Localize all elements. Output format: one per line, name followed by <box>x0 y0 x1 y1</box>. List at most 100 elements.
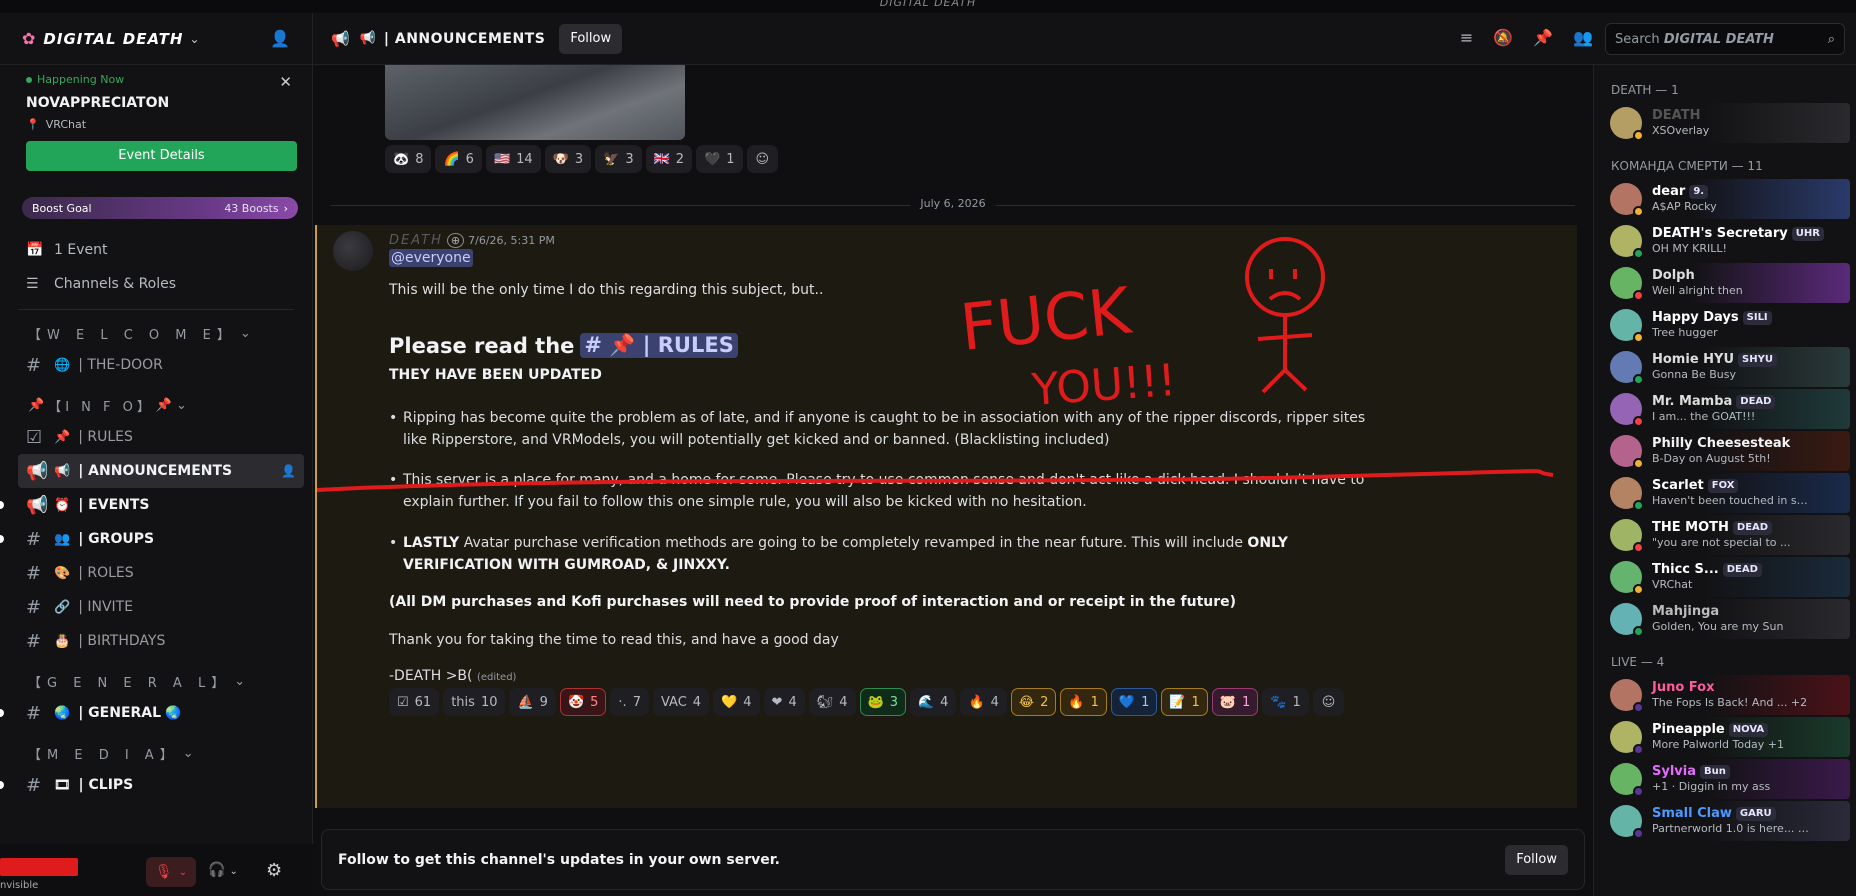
reaction[interactable]: 🇺🇸 14 <box>485 145 541 173</box>
member-row[interactable]: DEATH XSOverlay <box>1606 103 1850 143</box>
reaction[interactable]: 🐼 8 <box>385 145 432 173</box>
megaphone-icon: 📢 <box>26 494 49 516</box>
member-row[interactable]: Small Claw GARU Partnerworld 1.0 is here..… <box>1606 801 1850 841</box>
member-name: Mahjinga <box>1652 604 1720 619</box>
channel-label: | ANNOUNCEMENTS <box>78 463 233 479</box>
member-row[interactable]: Mahjinga Golden, You are my Sun <box>1606 599 1850 639</box>
member-row[interactable]: Homie HYU SHYU Gonna Be Busy <box>1606 347 1850 387</box>
reaction-emoji: 🖤 <box>704 151 721 167</box>
channel-label: | CLIPS <box>78 777 134 793</box>
member-list-icon[interactable]: 👥 <box>1573 28 1593 47</box>
channel-groups[interactable]: # 👥 | GROUPS <box>0 522 304 556</box>
reaction-count: 4 <box>940 694 949 710</box>
reaction[interactable]: 🔥 1 <box>1060 688 1107 716</box>
add-reaction-button[interactable]: ☺ <box>746 145 779 173</box>
reaction[interactable]: 🤡 5 <box>559 688 607 716</box>
pin-icon[interactable]: 📌 <box>1533 28 1553 47</box>
member-row[interactable]: Happy Days SILI Tree hugger <box>1606 305 1850 345</box>
reaction[interactable]: ❤ 4 <box>763 688 805 716</box>
follow-bar-button[interactable]: Follow <box>1505 844 1568 875</box>
category-general[interactable]: 【G E N E R A L】 ⌄ <box>0 666 312 696</box>
message-list[interactable]: 🐼 8 🌈 6 🇺🇸 14 🐶 3 🦅 3 🇬🇧 2 🖤 1 ☺ July 6, 2026 DEATH ⊕ 7/… <box>313 65 1593 816</box>
channel-announcements[interactable]: 📢 📢 | ANNOUNCEMENTS 👤 <box>18 454 304 488</box>
reaction[interactable]: 📝 1 <box>1161 688 1208 716</box>
everyone-mention[interactable]: @everyone <box>389 249 473 267</box>
search-input[interactable]: Search DIGITAL DEATH ⌕ <box>1605 23 1845 55</box>
reaction[interactable]: 🐶 3 <box>544 145 592 173</box>
event-details-button[interactable]: Event Details <box>26 141 297 171</box>
reaction[interactable]: 🔥 4 <box>960 688 1007 716</box>
member-row[interactable]: DEATH's Secretary UHR OH MY KRILL! <box>1606 221 1850 261</box>
notifications-off-icon[interactable]: 🔕 <box>1493 28 1513 47</box>
channels-roles-link[interactable]: ☰ Channels & Roles <box>0 267 312 301</box>
loudspeaker-icon: 📢 <box>54 463 71 479</box>
mute-mic-button[interactable]: 🎙 ⌄ <box>146 857 196 887</box>
reaction[interactable]: 🐸 3 <box>859 688 906 716</box>
close-icon[interactable]: ✕ <box>279 73 292 91</box>
boost-goal-bar[interactable]: Boost Goal 43 Boosts › <box>22 197 298 219</box>
reaction[interactable]: 🌈 6 <box>435 145 482 173</box>
avatar <box>1610 107 1644 141</box>
member-info: Thicc S... DEAD VRChat <box>1652 562 1762 592</box>
search-icon: ⌕ <box>1827 31 1835 47</box>
member-row[interactable]: Thicc S... DEAD VRChat <box>1606 557 1850 597</box>
member-status: OH MY KRILL! <box>1652 242 1727 255</box>
member-name-row: DEATH <box>1652 108 1709 123</box>
member-row[interactable]: Scarlet FOX Haven't been touched in so... <box>1606 473 1850 513</box>
member-name-row: Thicc S... DEAD <box>1652 562 1762 577</box>
channel-events[interactable]: 📢 ⏰ | EVENTS <box>0 488 304 522</box>
reaction[interactable]: 🐾 1 <box>1262 688 1309 716</box>
header-toolbar: ≡ 🔕 📌 👥 <box>1460 28 1593 47</box>
member-name-row: Homie HYU SHYU <box>1652 352 1777 367</box>
channel-general[interactable]: # 🌏 | GENERAL 🌏 <box>0 696 304 730</box>
channel-clips[interactable]: # 🎞 | CLIPS <box>0 768 304 802</box>
reaction[interactable]: 🐷 1 <box>1211 688 1259 716</box>
reaction[interactable]: 🇬🇧 2 <box>645 145 693 173</box>
headphones-button[interactable]: 🎧 ⌄ <box>208 862 238 878</box>
add-member-icon[interactable]: 👤 <box>281 464 296 478</box>
category-media[interactable]: 【M E D I A】 ⌄ <box>0 738 312 768</box>
member-row[interactable]: Philly Cheesesteak B-Day on August 5th! <box>1606 431 1850 471</box>
reaction[interactable]: 😂 2 <box>1010 688 1057 716</box>
reaction[interactable]: 🦅 3 <box>595 145 642 173</box>
member-row[interactable]: THE MOTH DEAD "you are not special to ... <box>1606 515 1850 555</box>
invite-people-icon[interactable]: 👤 <box>270 29 290 48</box>
member-row[interactable]: Mr. Mamba DEAD I am... the GOAT!!! <box>1606 389 1850 429</box>
events-link[interactable]: 📅 1 Event <box>0 233 312 267</box>
channel-title: | ANNOUNCEMENTS <box>383 30 546 47</box>
reaction[interactable]: 🖤 1 <box>696 145 743 173</box>
member-row[interactable]: Dolph Well alright then <box>1606 263 1850 303</box>
gear-icon[interactable]: ⚙ <box>266 860 282 881</box>
avatar[interactable] <box>333 231 373 271</box>
threads-icon[interactable]: ≡ <box>1460 28 1473 47</box>
server-header[interactable]: ✿ DIGITAL DEATH ⌄ 👤 <box>0 13 312 65</box>
rules-channel-link[interactable]: # 📌 | RULES <box>580 333 738 358</box>
channel-rules[interactable]: ☑ 📌 | RULES <box>18 420 304 454</box>
reaction[interactable]: 🐿 4 <box>808 688 856 716</box>
reaction[interactable]: 💙 1 <box>1110 688 1158 716</box>
member-row[interactable]: Juno Fox The Fops Is Back! And ... +2 <box>1606 675 1850 715</box>
reaction[interactable]: this 10 <box>443 688 506 716</box>
message-author[interactable]: DEATH ⊕ 7/6/26, 5:31 PM <box>389 233 555 248</box>
member-tag: Bun <box>1700 764 1730 779</box>
reaction[interactable]: 💛 4 <box>713 688 760 716</box>
add-reaction-button[interactable]: ☺ <box>1312 688 1345 716</box>
image-attachment[interactable] <box>385 65 685 140</box>
category-info-label: 【I N F O】 <box>48 399 154 415</box>
member-row[interactable]: Sylvia Bun +1 · Diggin in my ass <box>1606 759 1850 799</box>
reaction-emoji: 💙 <box>1118 694 1136 710</box>
channel-birthdays[interactable]: # 🎂 | BIRTHDAYS <box>18 624 304 658</box>
reaction[interactable]: ⛵ 9 <box>509 688 556 716</box>
follow-button[interactable]: Follow <box>559 23 623 54</box>
reaction[interactable]: ·. 7 <box>610 688 649 716</box>
channel-invite[interactable]: # 🔗 | INVITE <box>18 590 304 624</box>
reaction[interactable]: 🌊 4 <box>909 688 957 716</box>
category-info[interactable]: 📌 【I N F O】 📌 ⌄ <box>0 390 312 420</box>
reaction[interactable]: ☑ 61 <box>389 688 440 716</box>
reaction[interactable]: VAC 4 <box>652 688 710 716</box>
category-welcome[interactable]: 【W E L C O M E】 ⌄ <box>0 318 312 348</box>
member-row[interactable]: Pineapple NOVA More Palworld Today +1 <box>1606 717 1850 757</box>
channel-roles[interactable]: # 🎨 | ROLES <box>18 556 304 590</box>
channel-the-door[interactable]: # 🌐 | THE-DOOR <box>18 348 304 382</box>
member-row[interactable]: dear 9. A$AP Rocky <box>1606 179 1850 219</box>
